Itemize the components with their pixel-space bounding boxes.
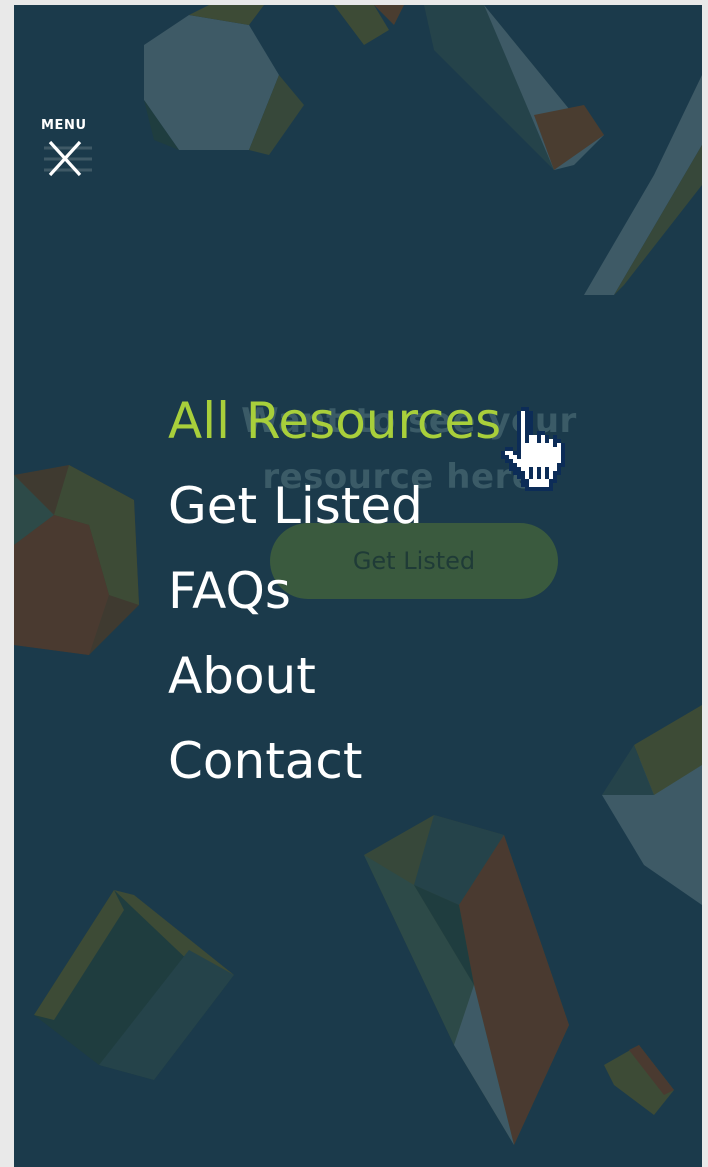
- menu-overlay: Want to see your resource here? Get List…: [14, 5, 702, 1167]
- nav-item-contact[interactable]: Contact: [168, 719, 501, 804]
- menu-close-button[interactable]: MENU: [38, 115, 98, 185]
- nav-item-all-resources[interactable]: All Resources: [168, 379, 501, 464]
- nav-item-about[interactable]: About: [168, 634, 501, 719]
- close-icon: [44, 140, 92, 177]
- hand-pointer-icon: [501, 407, 565, 491]
- nav-item-get-listed[interactable]: Get Listed: [168, 464, 501, 549]
- main-nav: All Resources Get Listed FAQs About Cont…: [168, 379, 501, 804]
- nav-item-faqs[interactable]: FAQs: [168, 549, 501, 634]
- menu-label: MENU: [41, 118, 87, 133]
